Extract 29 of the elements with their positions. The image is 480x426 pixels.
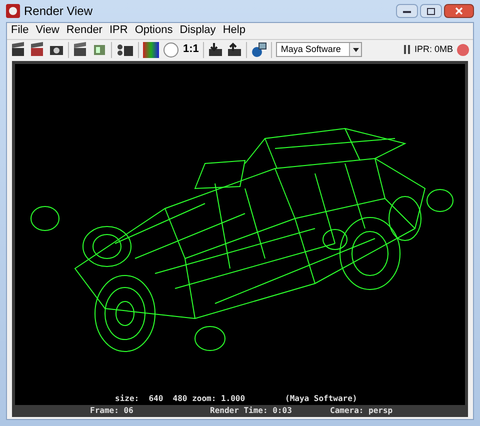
maximize-icon bbox=[427, 8, 435, 14]
minimize-icon bbox=[403, 10, 411, 12]
app-icon bbox=[6, 4, 20, 18]
renderer-dropdown[interactable]: Maya Software bbox=[276, 42, 362, 57]
sphere-icon[interactable] bbox=[250, 42, 267, 58]
close-button[interactable] bbox=[444, 4, 474, 18]
menu-item[interactable]: IPR bbox=[109, 22, 128, 38]
real-size-button[interactable]: 1:1 bbox=[183, 41, 199, 58]
ipr-memory-label: IPR: 0MB bbox=[414, 42, 453, 56]
menu-item[interactable]: View bbox=[36, 22, 60, 38]
minimize-button[interactable] bbox=[396, 4, 418, 18]
frame-label: Frame: 06 bbox=[90, 405, 134, 417]
render-time-label: Render Time: 0:03 bbox=[210, 405, 293, 417]
menu-item[interactable]: File bbox=[11, 22, 29, 38]
menu-item[interactable]: Help bbox=[222, 22, 246, 38]
renderer-label: (Maya Software) bbox=[285, 393, 358, 405]
pause-icon[interactable] bbox=[404, 45, 410, 54]
load-image-icon[interactable] bbox=[208, 42, 223, 57]
color-swatch-icon[interactable] bbox=[143, 42, 159, 58]
menu-item[interactable]: Options bbox=[134, 22, 173, 38]
close-icon bbox=[455, 7, 463, 15]
maximize-button[interactable] bbox=[420, 4, 442, 18]
window-title: Render View bbox=[24, 3, 92, 20]
menu-item[interactable]: Display bbox=[180, 22, 216, 38]
image-size-label: size: 640 480 zoom: 1.000 bbox=[115, 393, 246, 405]
menu-item[interactable]: Render bbox=[66, 22, 102, 38]
stop-icon[interactable] bbox=[457, 44, 469, 56]
camera-label: Camera: persp bbox=[330, 405, 393, 417]
save-image-icon[interactable] bbox=[226, 42, 242, 57]
